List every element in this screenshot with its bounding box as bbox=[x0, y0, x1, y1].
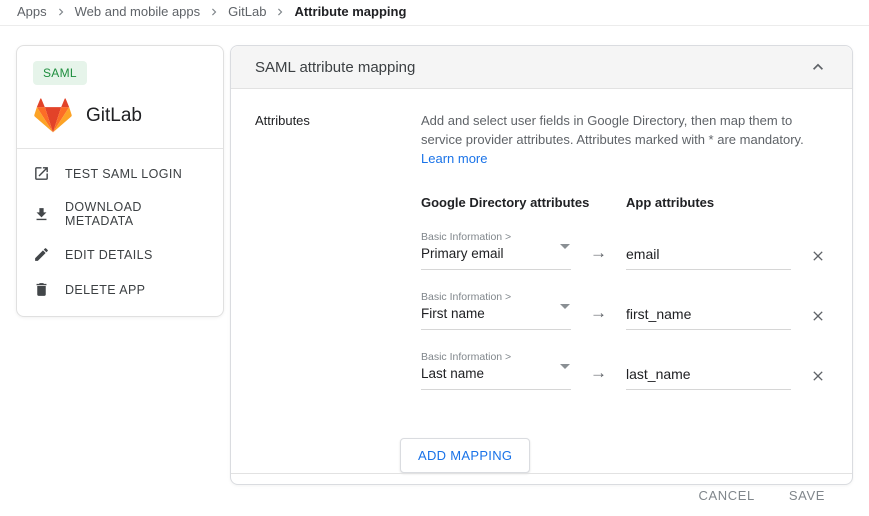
attributes-description: Add and select user fields in Google Dir… bbox=[421, 111, 828, 168]
attributes-section-content: Add and select user fields in Google Dir… bbox=[421, 111, 828, 473]
mapping-row: Basic Information > First name → bbox=[421, 291, 828, 330]
google-directory-attribute-select[interactable]: Basic Information > First name bbox=[421, 291, 571, 330]
cancel-button[interactable]: CANCEL bbox=[699, 488, 755, 503]
dropdown-arrow-icon bbox=[560, 304, 570, 309]
delete-icon bbox=[33, 281, 50, 298]
dropdown-arrow-icon bbox=[560, 364, 570, 369]
breadcrumb-gitlab[interactable]: GitLab bbox=[228, 4, 266, 19]
edit-icon bbox=[33, 246, 50, 263]
panel-body: Attributes Add and select user fields in… bbox=[231, 89, 852, 473]
save-button[interactable]: SAVE bbox=[789, 488, 825, 503]
column-headers: Google Directory attributes App attribut… bbox=[421, 195, 828, 210]
menu-item-label: DOWNLOAD METADATA bbox=[65, 200, 207, 228]
card-divider bbox=[17, 148, 223, 149]
google-directory-attributes-header: Google Directory attributes bbox=[421, 195, 626, 210]
mapping-row: Basic Information > Last name → bbox=[421, 351, 828, 390]
chevron-right-icon bbox=[207, 4, 221, 19]
breadcrumb: Apps Web and mobile apps GitLab Attribut… bbox=[0, 0, 869, 26]
dropdown-arrow-icon bbox=[560, 244, 570, 249]
chevron-right-icon bbox=[273, 4, 287, 19]
attributes-section-label: Attributes bbox=[255, 111, 421, 473]
app-identity: GitLab bbox=[33, 97, 207, 134]
google-directory-attribute-select[interactable]: Basic Information > Primary email bbox=[421, 231, 571, 270]
app-attributes-header: App attributes bbox=[626, 195, 714, 210]
attribute-value: Primary email bbox=[421, 245, 571, 262]
panel-title: SAML attribute mapping bbox=[255, 59, 415, 76]
attribute-category: Basic Information > bbox=[421, 291, 571, 304]
download-icon bbox=[33, 206, 50, 223]
google-directory-attribute-select[interactable]: Basic Information > Last name bbox=[421, 351, 571, 390]
mapping-row: Basic Information > Primary email → bbox=[421, 231, 828, 270]
arrow-right-icon: → bbox=[571, 363, 626, 390]
app-summary-card: SAML GitLab TEST SAML LOGIN bbox=[16, 45, 224, 317]
app-name: GitLab bbox=[86, 105, 142, 127]
panel-footer: CANCEL SAVE bbox=[231, 473, 852, 516]
page-content: SAML GitLab TEST SAML LOGIN bbox=[0, 26, 869, 485]
close-icon bbox=[810, 308, 826, 324]
menu-item-label: DELETE APP bbox=[65, 283, 145, 297]
chevron-up-icon bbox=[808, 57, 828, 77]
attributes-description-text: Add and select user fields in Google Dir… bbox=[421, 113, 804, 147]
menu-item-label: EDIT DETAILS bbox=[65, 248, 153, 262]
breadcrumb-apps[interactable]: Apps bbox=[17, 4, 47, 19]
learn-more-link[interactable]: Learn more bbox=[421, 151, 487, 166]
collapse-panel-button[interactable] bbox=[808, 57, 828, 77]
menu-item-delete-app[interactable]: DELETE APP bbox=[33, 272, 207, 307]
saml-badge: SAML bbox=[33, 61, 87, 85]
breadcrumb-web-and-mobile-apps[interactable]: Web and mobile apps bbox=[75, 4, 201, 19]
attribute-category: Basic Information > bbox=[421, 231, 571, 244]
attribute-value: First name bbox=[421, 305, 571, 322]
add-mapping-button[interactable]: ADD MAPPING bbox=[400, 438, 530, 473]
menu-item-label: TEST SAML LOGIN bbox=[65, 167, 182, 181]
attribute-value: Last name bbox=[421, 365, 571, 382]
gitlab-logo-icon bbox=[33, 97, 73, 134]
remove-mapping-button[interactable] bbox=[810, 368, 826, 390]
breadcrumb-attribute-mapping: Attribute mapping bbox=[294, 4, 406, 19]
remove-mapping-button[interactable] bbox=[810, 308, 826, 330]
close-icon bbox=[810, 368, 826, 384]
app-attribute-input[interactable] bbox=[626, 306, 791, 330]
arrow-right-icon: → bbox=[571, 303, 626, 330]
panel-header[interactable]: SAML attribute mapping bbox=[231, 46, 852, 89]
app-attribute-input[interactable] bbox=[626, 366, 791, 390]
close-icon bbox=[810, 248, 826, 264]
chevron-right-icon bbox=[54, 4, 68, 19]
open-in-new-icon bbox=[33, 165, 50, 182]
menu-item-test-saml-login[interactable]: TEST SAML LOGIN bbox=[33, 156, 207, 191]
attribute-category: Basic Information > bbox=[421, 351, 571, 364]
menu-item-edit-details[interactable]: EDIT DETAILS bbox=[33, 237, 207, 272]
arrow-right-icon: → bbox=[571, 243, 626, 270]
menu-item-download-metadata[interactable]: DOWNLOAD METADATA bbox=[33, 191, 207, 237]
app-attribute-input[interactable] bbox=[626, 246, 791, 270]
remove-mapping-button[interactable] bbox=[810, 248, 826, 270]
saml-attribute-mapping-panel: SAML attribute mapping Attributes Add an… bbox=[230, 45, 853, 485]
